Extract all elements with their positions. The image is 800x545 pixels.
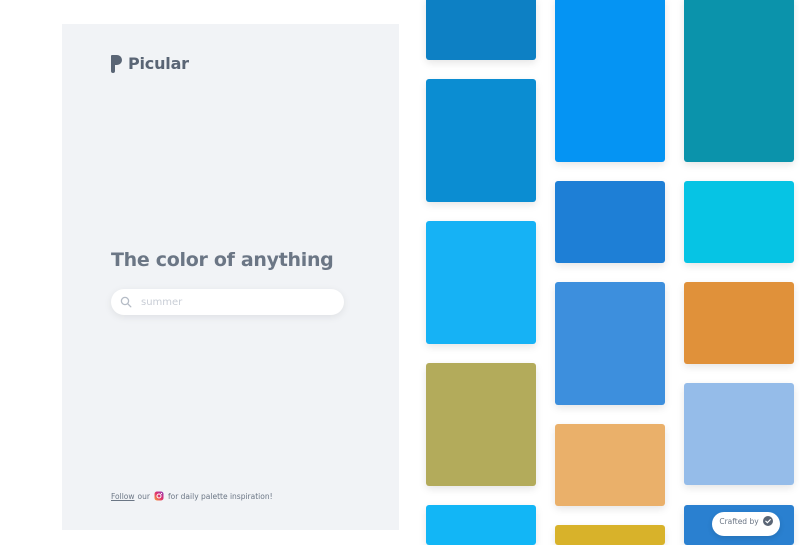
color-swatch[interactable]	[684, 282, 794, 364]
color-swatch[interactable]	[426, 221, 536, 344]
color-swatch[interactable]	[684, 0, 794, 162]
color-swatch[interactable]	[555, 525, 665, 545]
search-icon	[120, 296, 132, 308]
footer-tail-text: for daily palette inspiration!	[167, 491, 273, 501]
color-swatch[interactable]	[555, 282, 665, 405]
brand-name: Picular	[128, 54, 189, 73]
color-swatch[interactable]	[555, 181, 665, 263]
picular-logo-icon	[111, 54, 122, 73]
crafted-by-badge[interactable]: Crafted by	[712, 512, 780, 536]
color-swatch[interactable]	[684, 181, 794, 263]
color-swatch[interactable]	[426, 79, 536, 202]
logo[interactable]: Picular	[110, 54, 189, 73]
footer-our-text: our	[137, 491, 150, 501]
follow-link[interactable]: Follow	[111, 492, 135, 501]
search-bar[interactable]	[111, 289, 344, 315]
crafted-by-label: Crafted by	[719, 516, 759, 526]
footer-line: Follow our for daily palette inspiration…	[111, 491, 273, 501]
color-swatch[interactable]	[555, 424, 665, 506]
color-swatch[interactable]	[426, 505, 536, 545]
checkmark-icon	[762, 516, 773, 526]
intro-panel: Picular The color of anything Follow our…	[62, 24, 399, 530]
instagram-icon[interactable]	[154, 491, 164, 501]
search-input[interactable]	[139, 295, 333, 309]
color-swatch[interactable]	[684, 383, 794, 485]
color-swatch[interactable]	[426, 363, 536, 486]
color-swatch[interactable]	[555, 0, 665, 162]
page-title: The color of anything	[111, 249, 334, 271]
color-swatch[interactable]	[426, 0, 536, 60]
